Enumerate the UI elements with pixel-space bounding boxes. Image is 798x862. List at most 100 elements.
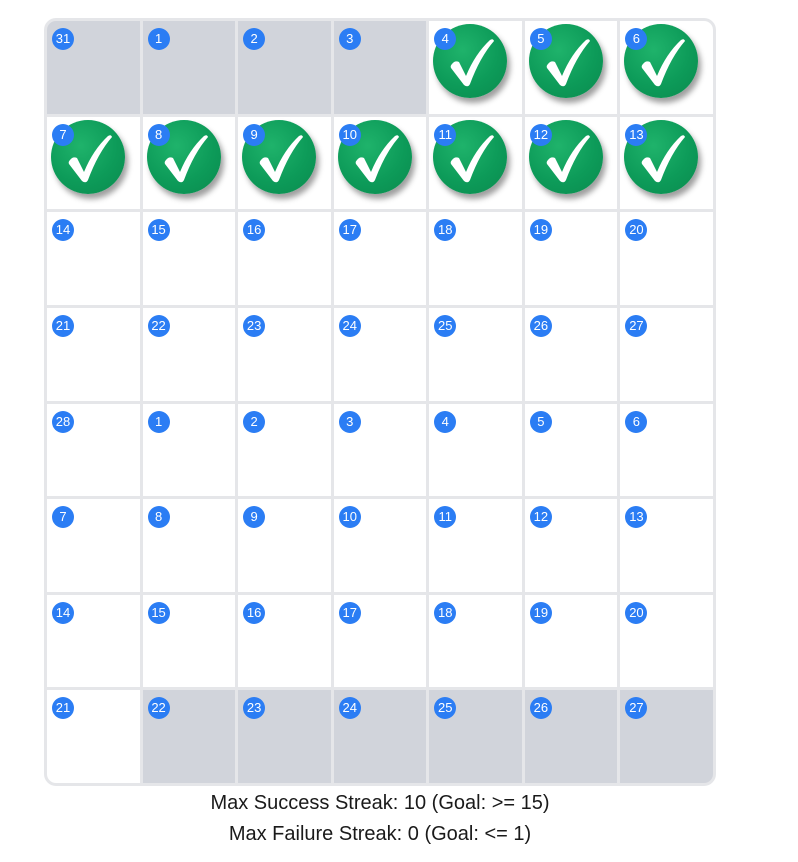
calendar-day-cell[interactable]: 3 (333, 403, 427, 497)
calendar-day-cell[interactable]: 4 (429, 21, 522, 114)
calendar-day-cell[interactable]: 12 (524, 116, 618, 210)
day-number-badge: 16 (243, 601, 266, 624)
calendar-day-cell[interactable]: 8 (142, 116, 236, 210)
day-number-badge: 5 (529, 410, 552, 433)
calendar-day-cell[interactable]: 21 (47, 307, 140, 401)
day-number-badge: 24 (338, 697, 361, 720)
calendar-day-cell[interactable]: 17 (333, 212, 427, 305)
calendar-day-cell[interactable]: 7 (47, 499, 140, 592)
calendar-day-cell[interactable]: 18 (429, 594, 522, 688)
calendar-day-cell[interactable]: 10 (333, 116, 427, 210)
calendar-day-cell[interactable]: 31 (47, 21, 140, 114)
calendar-day-cell[interactable]: 6 (620, 21, 713, 114)
calendar-day-cell[interactable]: 17 (333, 594, 427, 688)
day-number-badge: 2 (243, 28, 266, 50)
day-number-badge: 27 (625, 314, 648, 337)
calendar-day-cell[interactable]: 24 (333, 690, 427, 783)
day-number-badge: 5 (529, 28, 552, 50)
calendar-day-cell[interactable]: 25 (429, 307, 522, 401)
calendar-day-cell[interactable]: 14 (47, 594, 140, 688)
calendar-day-cell[interactable]: 24 (333, 307, 427, 401)
day-number-badge: 1 (147, 410, 170, 433)
calendar-day-cell[interactable]: 16 (238, 594, 331, 688)
day-number-badge: 9 (243, 506, 266, 529)
calendar-day-cell[interactable]: 8 (142, 499, 236, 592)
calendar-day-cell[interactable]: 16 (238, 212, 331, 305)
day-number-badge: 19 (529, 601, 552, 624)
calendar-day-cell[interactable]: 2 (238, 403, 331, 497)
habit-calendar-grid: 31 1 2 3 4 5 6 7 8 9 10 11 12 13 14 15 16 17 18 19 20 21 22 23 2… (44, 18, 716, 786)
day-number-badge: 16 (243, 219, 266, 242)
calendar-day-cell[interactable]: 9 (238, 116, 331, 210)
max-success-streak: Max Success Streak: 10 (Goal: >= 15) (210, 792, 550, 814)
day-number-badge: 3 (338, 410, 361, 433)
day-number-badge: 11 (434, 123, 457, 146)
calendar-day-cell[interactable]: 21 (47, 690, 140, 783)
calendar-day-cell[interactable]: 23 (238, 307, 331, 401)
day-number-badge: 4 (434, 410, 457, 433)
calendar-day-cell[interactable]: 25 (429, 690, 522, 783)
calendar-day-cell[interactable]: 13 (620, 499, 713, 592)
day-number-badge: 7 (52, 506, 74, 529)
calendar-day-cell[interactable]: 1 (142, 403, 236, 497)
day-number-badge: 18 (434, 219, 457, 242)
calendar-day-cell[interactable]: 22 (142, 690, 236, 783)
calendar-day-cell[interactable]: 10 (333, 499, 427, 592)
day-number-badge: 11 (434, 506, 457, 529)
day-number-badge: 14 (52, 219, 74, 242)
calendar-day-cell[interactable]: 13 (620, 116, 713, 210)
calendar-day-cell[interactable]: 20 (620, 212, 713, 305)
calendar-day-cell[interactable]: 1 (142, 21, 236, 114)
calendar-day-cell[interactable]: 20 (620, 594, 713, 688)
calendar-day-cell[interactable]: 6 (620, 403, 713, 497)
max-failure-streak: Max Failure Streak: 0 (Goal: <= 1) (228, 823, 532, 845)
day-number-badge: 10 (338, 123, 361, 146)
calendar-day-cell[interactable]: 28 (47, 403, 140, 497)
calendar-day-cell[interactable]: 7 (47, 116, 140, 210)
calendar-day-cell[interactable]: 14 (47, 212, 140, 305)
calendar-day-cell[interactable]: 19 (524, 594, 618, 688)
day-number-badge: 1 (147, 28, 170, 50)
calendar-day-cell[interactable]: 22 (142, 307, 236, 401)
calendar-day-cell[interactable]: 2 (238, 21, 331, 114)
calendar-day-cell[interactable]: 23 (238, 690, 331, 783)
day-number-badge: 15 (147, 219, 170, 242)
day-number-badge: 15 (147, 601, 170, 624)
day-number-badge: 25 (434, 697, 457, 720)
day-number-badge: 17 (338, 219, 361, 242)
calendar-day-cell[interactable]: 3 (333, 21, 427, 114)
day-number-badge: 20 (625, 601, 648, 624)
calendar-day-cell[interactable]: 12 (524, 499, 618, 592)
day-number-badge: 22 (147, 314, 170, 337)
calendar-day-cell[interactable]: 5 (524, 21, 618, 114)
calendar-day-cell[interactable]: 19 (524, 212, 618, 305)
calendar-day-cell[interactable]: 4 (429, 403, 522, 497)
day-number-badge: 28 (52, 410, 74, 433)
day-number-badge: 14 (52, 601, 74, 624)
day-number-badge: 26 (529, 314, 552, 337)
day-number-badge: 31 (52, 28, 74, 50)
calendar-day-cell[interactable]: 27 (620, 690, 713, 783)
calendar-day-cell[interactable]: 26 (524, 690, 618, 783)
day-number-badge: 12 (529, 123, 552, 146)
calendar-day-cell[interactable]: 27 (620, 307, 713, 401)
day-number-badge: 7 (52, 123, 74, 146)
day-number-badge: 21 (52, 697, 74, 720)
day-number-badge: 24 (338, 314, 361, 337)
day-number-badge: 8 (147, 506, 170, 529)
calendar-day-cell[interactable]: 15 (142, 212, 236, 305)
day-number-badge: 26 (529, 697, 552, 720)
calendar-day-cell[interactable]: 15 (142, 594, 236, 688)
day-number-badge: 18 (434, 601, 457, 624)
calendar-day-cell[interactable]: 5 (524, 403, 618, 497)
day-number-badge: 13 (625, 123, 648, 146)
calendar-day-cell[interactable]: 9 (238, 499, 331, 592)
day-number-badge: 27 (625, 697, 648, 720)
day-number-badge: 8 (147, 123, 170, 146)
calendar-day-cell[interactable]: 26 (524, 307, 618, 401)
day-number-badge: 2 (243, 410, 266, 433)
day-number-badge: 23 (243, 314, 266, 337)
calendar-day-cell[interactable]: 18 (429, 212, 522, 305)
calendar-day-cell[interactable]: 11 (429, 116, 522, 210)
calendar-day-cell[interactable]: 11 (429, 499, 522, 592)
